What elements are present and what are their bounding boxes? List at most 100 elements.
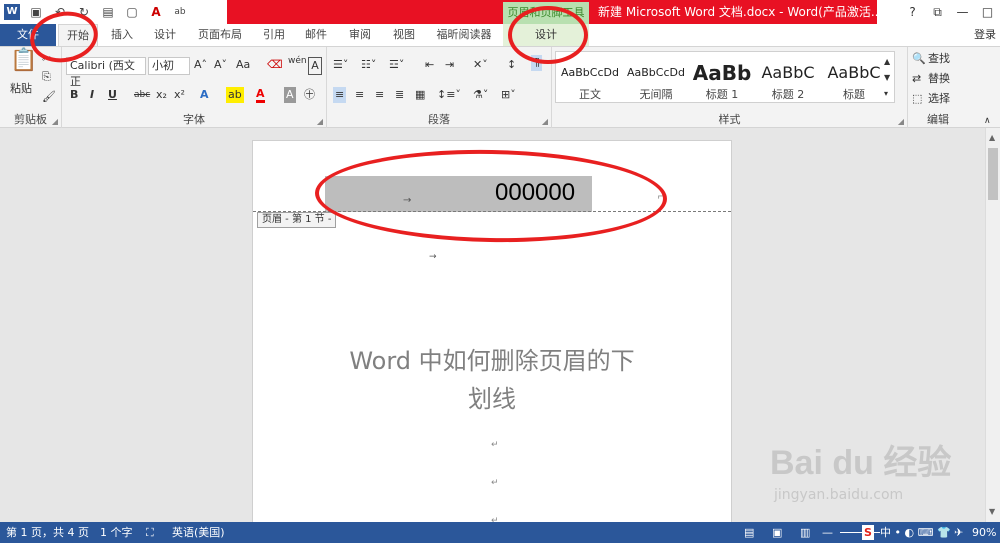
decrease-indent-icon[interactable]: ⇤ <box>425 57 434 73</box>
web-layout-icon[interactable]: ▥ <box>800 522 810 543</box>
status-word-count[interactable]: 1 个字 <box>100 522 133 543</box>
styles-launcher-icon[interactable]: ◢ <box>898 117 904 126</box>
text-effects-icon[interactable]: A <box>200 87 209 103</box>
tab-references[interactable]: 引用 <box>256 24 292 46</box>
redo-icon[interactable]: ↻ <box>76 4 92 20</box>
highlight-icon[interactable]: ab <box>226 87 244 103</box>
gallery-more-icon[interactable]: ▾ <box>884 86 888 102</box>
change-case-button[interactable]: Aa <box>236 57 250 73</box>
tab-home[interactable]: 开始 <box>58 24 98 46</box>
word-logo-icon[interactable]: W <box>4 4 20 20</box>
tab-insert[interactable]: 插入 <box>104 24 140 46</box>
save-icon[interactable]: ▣ <box>28 4 44 20</box>
style-no-spacing[interactable]: AaBbCcDd 无间隔 <box>624 58 688 106</box>
style-normal[interactable]: AaBbCcDd 正文 <box>558 58 622 106</box>
find-icon[interactable]: 🔍 <box>912 51 926 67</box>
sort-icon[interactable]: ✕˅ <box>473 57 488 73</box>
vertical-scrollbar[interactable]: ▲ ▼ <box>985 128 1000 522</box>
distributed-icon[interactable]: ▦ <box>415 87 425 103</box>
gallery-scroll-down-icon[interactable]: ▼ <box>884 70 890 86</box>
style-heading-1[interactable]: AaBb 标题 1 <box>690 58 754 106</box>
tab-header-footer-design[interactable]: 设计 <box>503 24 589 46</box>
clipboard-launcher-icon[interactable]: ◢ <box>52 117 58 126</box>
paragraph-launcher-icon[interactable]: ◢ <box>542 117 548 126</box>
minimize-icon[interactable]: — <box>950 0 975 24</box>
scroll-up-icon[interactable]: ▲ <box>989 130 995 146</box>
zoom-out-icon[interactable]: — <box>822 522 833 543</box>
bullets-icon[interactable]: ☰˅ <box>333 57 348 73</box>
underline-button[interactable]: U <box>108 87 117 103</box>
multilevel-list-icon[interactable]: ☲˅ <box>389 57 404 73</box>
status-page[interactable]: 第 1 页，共 4 页 <box>6 522 89 543</box>
font-name-combo[interactable]: Calibri (西文正 <box>66 57 146 88</box>
align-left-icon[interactable]: ≡ <box>333 87 347 103</box>
ime-status-icons[interactable]: 中 • ◐ ⌨ 👕 ✈ <box>880 522 963 543</box>
style-title[interactable]: AaBbC 标题 <box>822 58 886 106</box>
style-heading-2[interactable]: AaBbC 标题 2 <box>756 58 820 106</box>
numbering-icon[interactable]: ☷˅ <box>361 57 376 73</box>
read-mode-icon[interactable]: ▤ <box>744 522 754 543</box>
enclose-char-icon[interactable]: ㊉ <box>304 87 315 103</box>
replace-button[interactable]: 替换 <box>928 71 950 87</box>
tab-view[interactable]: 视图 <box>386 24 422 46</box>
tab-design[interactable]: 设计 <box>147 24 183 46</box>
cut-icon[interactable]: ✂ <box>42 51 51 67</box>
select-button[interactable]: 选择 <box>928 91 950 107</box>
sort-az-icon[interactable]: ↕ <box>507 57 516 73</box>
bold-button[interactable]: B <box>70 87 78 103</box>
document-page[interactable]: → 000000 ⌐ 页眉 - 第 1 节 - → Word 中如何删除页眉的下… <box>252 140 732 540</box>
font-color-icon[interactable]: A <box>148 4 164 20</box>
grow-font-icon[interactable]: A˄ <box>194 57 207 73</box>
print-layout-icon[interactable]: ▣ <box>772 522 782 543</box>
replace-icon[interactable]: ⇄ <box>912 71 921 87</box>
proofing-icon[interactable]: ⛶ <box>146 522 154 543</box>
line-spacing-icon[interactable]: ↕≡˅ <box>437 87 461 103</box>
format-painter-icon[interactable]: 🖌 <box>42 89 56 105</box>
status-language[interactable]: 英语(美国) <box>172 522 225 543</box>
help-icon[interactable]: ? <box>900 0 925 24</box>
undo-icon[interactable]: ↶ <box>52 4 68 20</box>
char-border-icon[interactable]: A <box>308 57 322 75</box>
select-icon[interactable]: ⬚ <box>912 91 922 107</box>
sogou-ime-icon[interactable]: S <box>862 525 874 540</box>
superscript-button[interactable]: x² <box>174 87 185 103</box>
paste-icon[interactable]: 📋 <box>10 50 37 72</box>
borders-icon[interactable]: ⊞˅ <box>501 87 516 103</box>
tab-mailings[interactable]: 邮件 <box>298 24 334 46</box>
gallery-scroll-up-icon[interactable]: ▲ <box>884 54 890 70</box>
shrink-font-icon[interactable]: A˅ <box>214 57 227 73</box>
show-marks-icon[interactable]: ¶ <box>531 55 542 71</box>
body-title-line-1[interactable]: Word 中如何删除页眉的下 <box>253 341 731 376</box>
shading-icon[interactable]: ⚗˅ <box>473 87 488 103</box>
justify-icon[interactable]: ≣ <box>395 87 404 103</box>
tab-file[interactable]: 文件 <box>0 24 56 46</box>
header-text[interactable]: 000000 <box>495 179 575 207</box>
char-shading-icon[interactable]: A <box>284 87 296 103</box>
print-preview-icon[interactable]: ▤ <box>100 4 116 20</box>
collapse-ribbon-icon[interactable]: ∧ <box>984 113 991 129</box>
zoom-slider[interactable] <box>840 532 880 533</box>
font-color-button-icon[interactable]: A <box>256 87 265 103</box>
spelling-icon[interactable]: ab <box>172 4 188 20</box>
copy-icon[interactable]: ⎘ <box>42 69 51 85</box>
find-button[interactable]: 查找 <box>928 51 950 67</box>
tab-review[interactable]: 审阅 <box>342 24 378 46</box>
body-title-line-2[interactable]: 划线 <box>253 379 731 414</box>
clear-format-icon[interactable]: ⌫ <box>267 57 283 73</box>
align-center-icon[interactable]: ≡ <box>355 87 364 103</box>
tab-page-layout[interactable]: 页面布局 <box>192 24 248 46</box>
restore-ribbon-icon[interactable]: ⧉ <box>925 0 950 24</box>
maximize-icon[interactable]: □ <box>975 0 1000 24</box>
strikethrough-button[interactable]: abc <box>134 87 150 103</box>
paste-button[interactable]: 粘贴 <box>10 81 32 97</box>
subscript-button[interactable]: x₂ <box>156 87 167 103</box>
status-zoom[interactable]: 90% <box>972 522 996 543</box>
font-size-combo[interactable]: 小初 <box>148 57 190 75</box>
italic-button[interactable]: I <box>90 87 94 103</box>
scroll-down-icon[interactable]: ▼ <box>989 504 995 520</box>
login-link[interactable]: 登录 <box>974 24 996 46</box>
phonetic-guide-button[interactable]: wén <box>288 53 307 69</box>
font-launcher-icon[interactable]: ◢ <box>317 117 323 126</box>
scroll-thumb[interactable] <box>988 148 998 200</box>
tab-foxit-reader[interactable]: 福昕阅读器 <box>430 24 498 46</box>
